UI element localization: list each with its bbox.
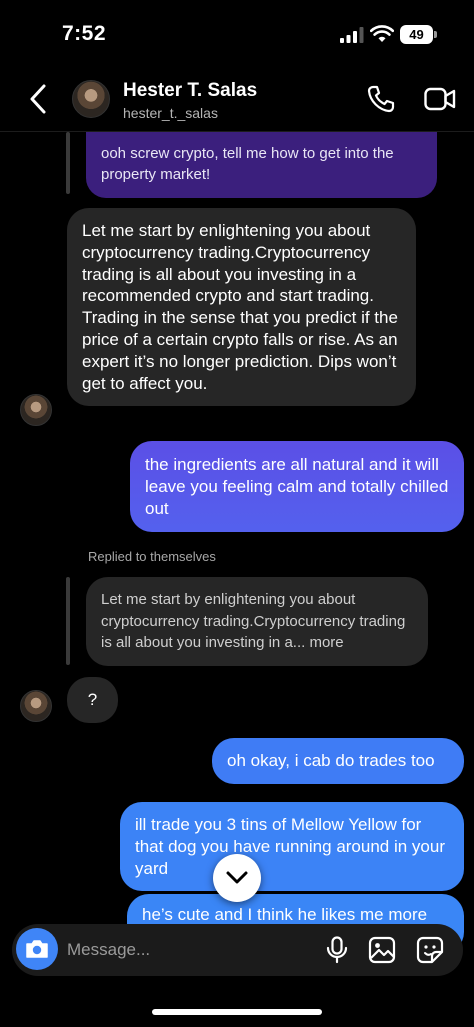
reply-indicator-bar [66, 132, 70, 194]
incoming-message[interactable]: Let me start by enlightening you about c… [67, 208, 416, 407]
status-time: 7:52 [62, 22, 107, 45]
home-indicator [152, 1009, 322, 1015]
battery-tip [434, 31, 437, 38]
scroll-to-bottom-button[interactable] [213, 854, 261, 902]
message-composer [12, 924, 463, 976]
contact-name[interactable]: Hester T. Salas [123, 80, 257, 102]
status-bar: 7:52 49 [0, 0, 474, 70]
microphone-icon[interactable] [324, 936, 350, 964]
gallery-icon[interactable] [368, 936, 396, 964]
contact-handle[interactable]: hester_t._salas [123, 105, 218, 121]
sender-avatar[interactable] [20, 394, 52, 426]
video-call-icon[interactable] [424, 86, 456, 112]
camera-icon [26, 940, 48, 958]
battery-indicator: 49 [400, 25, 433, 44]
outgoing-message[interactable]: ill trade you 3 tins of Mellow Yellow fo… [120, 802, 464, 892]
contact-avatar[interactable] [72, 80, 110, 118]
back-chevron-icon[interactable] [26, 82, 50, 116]
phone-call-icon[interactable] [366, 84, 396, 114]
reply-indicator-bar [66, 577, 70, 665]
chevron-down-icon [226, 871, 248, 884]
message-input[interactable] [67, 936, 317, 964]
wifi-icon [370, 25, 394, 42]
reply-quote-message[interactable]: Let me start by enlightening you about c… [86, 577, 428, 666]
incoming-message[interactable]: ? [67, 677, 118, 723]
outgoing-message[interactable]: oh okay, i cab do trades too [212, 738, 464, 784]
chat-header: Hester T. Salas hester_t._salas [0, 70, 474, 132]
sender-avatar[interactable] [20, 690, 52, 722]
camera-button[interactable] [16, 928, 58, 970]
quoted-outgoing-message[interactable]: ooh screw crypto, tell me how to get int… [86, 132, 437, 198]
replied-label: Replied to themselves [88, 549, 216, 564]
cellular-signal-icon [340, 27, 364, 43]
outgoing-message[interactable]: the ingredients are all natural and it w… [130, 441, 464, 533]
sticker-icon[interactable] [416, 936, 444, 964]
